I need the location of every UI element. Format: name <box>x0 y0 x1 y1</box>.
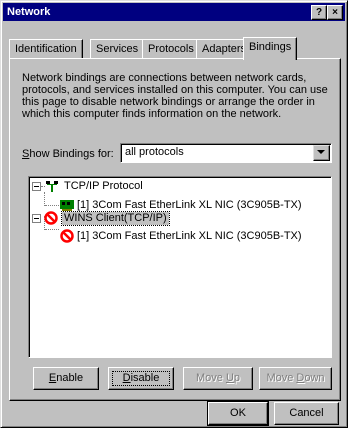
window-title: Network <box>7 6 51 18</box>
protocol-icon <box>46 181 58 192</box>
tree-connector <box>44 192 46 206</box>
tab-bindings[interactable]: Bindings <box>243 37 298 60</box>
tab-services[interactable]: Services <box>90 39 145 58</box>
close-button[interactable]: × <box>327 5 343 20</box>
tab-protocols[interactable]: Protocols <box>142 39 200 58</box>
tab-identification[interactable]: Identification <box>9 39 83 58</box>
show-bindings-value: all protocols <box>125 146 184 158</box>
enable-button[interactable]: Enable <box>33 367 99 390</box>
chevron-down-icon <box>317 150 325 154</box>
disable-button[interactable]: Disable <box>108 367 174 390</box>
collapse-icon[interactable] <box>32 182 41 191</box>
tree-node-wins[interactable]: WINS Client(TCP/IP) <box>61 211 170 226</box>
bindings-tree[interactable]: TCP/IP Protocol [1] 3Com Fast EtherLink … <box>28 176 332 358</box>
move-up-button[interactable]: Move Up <box>183 367 253 390</box>
dropdown-arrow-button[interactable] <box>313 145 330 161</box>
show-bindings-select[interactable]: all protocols <box>120 143 332 163</box>
tree-connector <box>45 205 59 207</box>
title-bar[interactable]: Network ? × <box>3 3 345 21</box>
collapse-icon[interactable] <box>32 214 41 223</box>
ok-button[interactable]: OK <box>207 401 269 426</box>
bindings-description: Network bindings are connections between… <box>22 72 328 120</box>
help-button[interactable]: ? <box>311 5 327 20</box>
tree-connector <box>45 229 59 231</box>
cancel-button[interactable]: Cancel <box>274 402 339 425</box>
show-bindings-label: Show Bindings for: <box>22 148 114 160</box>
network-card-icon <box>60 200 74 211</box>
disabled-icon <box>60 229 74 243</box>
tree-node-tcpip[interactable]: TCP/IP Protocol <box>64 180 143 193</box>
tree-node-tcpip-nic[interactable]: [1] 3Com Fast EtherLink XL NIC (3C905B-T… <box>77 199 302 212</box>
move-down-button[interactable]: Move Down <box>259 367 332 390</box>
tree-node-wins-nic[interactable]: [1] 3Com Fast EtherLink XL NIC (3C905B-T… <box>77 230 302 243</box>
disabled-icon <box>44 211 58 225</box>
